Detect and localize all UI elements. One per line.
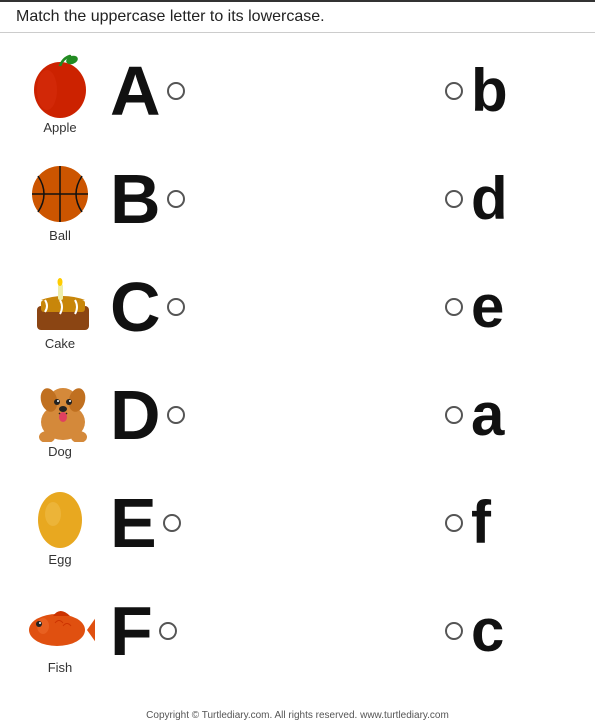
radio-right-dog[interactable] bbox=[445, 406, 463, 424]
row-apple: Apple Ab bbox=[10, 37, 585, 145]
radio-right-fish[interactable] bbox=[445, 622, 463, 640]
upper-col-fish: F bbox=[110, 596, 230, 666]
right-col-cake: e bbox=[445, 277, 585, 337]
image-col-cake: Cake bbox=[10, 264, 110, 351]
ball-label: Ball bbox=[49, 228, 71, 243]
page-title: Match the uppercase letter to its lowerc… bbox=[16, 8, 325, 25]
fish-icon bbox=[25, 588, 95, 658]
image-col-fish: Fish bbox=[10, 588, 110, 675]
upper-col-ball: B bbox=[110, 164, 230, 234]
fish-label: Fish bbox=[48, 660, 73, 675]
image-col-egg: Egg bbox=[10, 480, 110, 567]
radio-left-apple[interactable] bbox=[167, 82, 185, 100]
upper-letter-cake: C bbox=[110, 272, 161, 342]
radio-left-ball[interactable] bbox=[167, 190, 185, 208]
radio-right-apple[interactable] bbox=[445, 82, 463, 100]
image-col-dog: Dog bbox=[10, 372, 110, 459]
radio-left-fish[interactable] bbox=[159, 622, 177, 640]
radio-left-cake[interactable] bbox=[167, 298, 185, 316]
row-egg: Egg Ef bbox=[10, 469, 585, 577]
lower-letter-dog: a bbox=[471, 385, 504, 445]
row-cake: Cake Ce bbox=[10, 253, 585, 361]
upper-col-dog: D bbox=[110, 380, 230, 450]
title-bar: Match the uppercase letter to its lowerc… bbox=[0, 0, 595, 33]
right-col-dog: a bbox=[445, 385, 585, 445]
egg-icon bbox=[25, 480, 95, 550]
dog-label: Dog bbox=[48, 444, 72, 459]
lower-letter-egg: f bbox=[471, 493, 491, 553]
right-col-fish: c bbox=[445, 601, 585, 661]
row-dog: Dog Da bbox=[10, 361, 585, 469]
worksheet-page: Match the uppercase letter to its lowerc… bbox=[0, 0, 595, 725]
lower-letter-cake: e bbox=[471, 277, 504, 337]
upper-letter-ball: B bbox=[110, 164, 161, 234]
lower-letter-apple: b bbox=[471, 61, 508, 121]
upper-col-egg: E bbox=[110, 488, 230, 558]
footer-text: Copyright © Turtlediary.com. All rights … bbox=[0, 710, 595, 721]
dog-icon bbox=[25, 372, 95, 442]
upper-letter-fish: F bbox=[110, 596, 153, 666]
row-fish: Fish Fc bbox=[10, 577, 585, 685]
lower-letter-ball: d bbox=[471, 169, 508, 229]
row-ball: Ball Bd bbox=[10, 145, 585, 253]
ball-icon bbox=[25, 156, 95, 226]
egg-label: Egg bbox=[48, 552, 71, 567]
upper-col-apple: A bbox=[110, 56, 230, 126]
cake-icon bbox=[25, 264, 95, 334]
upper-letter-apple: A bbox=[110, 56, 161, 126]
image-col-apple: Apple bbox=[10, 48, 110, 135]
apple-label: Apple bbox=[43, 120, 76, 135]
image-col-ball: Ball bbox=[10, 156, 110, 243]
upper-letter-egg: E bbox=[110, 488, 157, 558]
upper-col-cake: C bbox=[110, 272, 230, 342]
radio-right-ball[interactable] bbox=[445, 190, 463, 208]
radio-left-dog[interactable] bbox=[167, 406, 185, 424]
right-col-apple: b bbox=[445, 61, 585, 121]
radio-right-egg[interactable] bbox=[445, 514, 463, 532]
content-area: Apple Ab Ball Bd Cake Ce Dog Da Egg Ef Fish Fc bbox=[0, 37, 595, 685]
upper-letter-dog: D bbox=[110, 380, 161, 450]
right-col-ball: d bbox=[445, 169, 585, 229]
cake-label: Cake bbox=[45, 336, 75, 351]
lower-letter-fish: c bbox=[471, 601, 504, 661]
apple-icon bbox=[25, 48, 95, 118]
radio-right-cake[interactable] bbox=[445, 298, 463, 316]
radio-left-egg[interactable] bbox=[163, 514, 181, 532]
right-col-egg: f bbox=[445, 493, 585, 553]
